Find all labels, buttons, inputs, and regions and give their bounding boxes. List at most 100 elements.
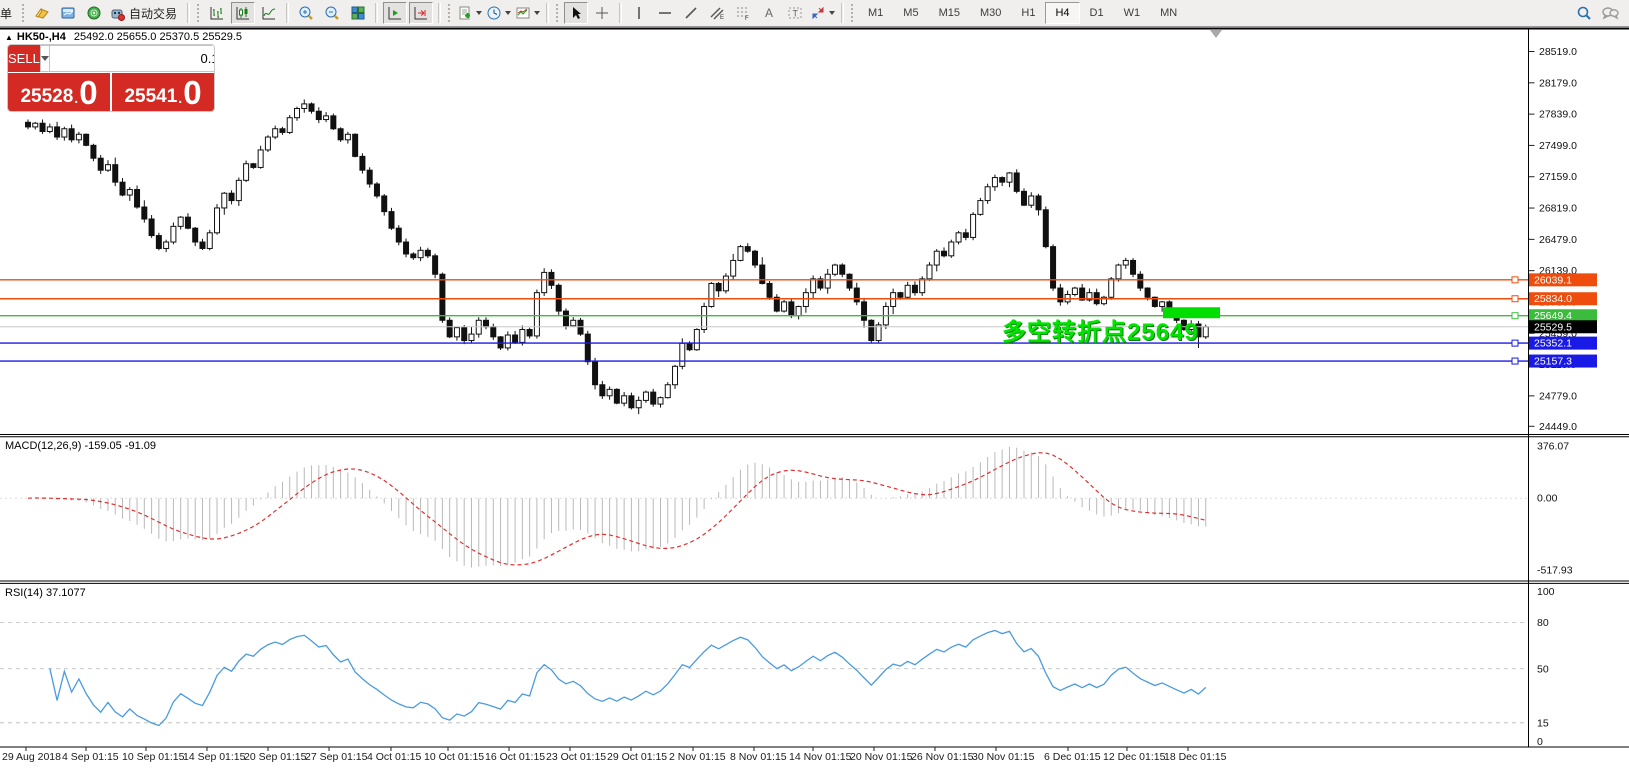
- autotrading-label: 自动交易: [125, 5, 181, 22]
- timeframe-m5[interactable]: M5: [893, 2, 928, 24]
- pivot-annotation-text[interactable]: 多空转折点25649: [1002, 312, 1199, 347]
- toolbar-grip[interactable]: [556, 4, 560, 22]
- templates-button[interactable]: [514, 2, 541, 24]
- equidistant-channel-button[interactable]: E: [705, 2, 729, 24]
- toolbar-grip[interactable]: [851, 4, 855, 22]
- candlestick-chart-button[interactable]: [231, 2, 255, 24]
- svg-text:0: 0: [1537, 736, 1543, 748]
- fibonacci-button[interactable]: F: [731, 2, 755, 24]
- svg-text:14 Sep 01:15: 14 Sep 01:15: [183, 751, 246, 763]
- sell-price-button[interactable]: 25528.0: [8, 73, 110, 111]
- svg-text:29 Aug 2018: 29 Aug 2018: [2, 751, 61, 763]
- volume-input[interactable]: [50, 45, 214, 72]
- tile-windows-button[interactable]: [346, 2, 370, 24]
- timeframe-m1[interactable]: M1: [858, 2, 893, 24]
- text-button[interactable]: A: [757, 2, 781, 24]
- svg-text:A: A: [765, 6, 773, 20]
- cursor-button[interactable]: [564, 2, 588, 24]
- svg-text:27499.0: 27499.0: [1539, 140, 1577, 152]
- toolbar-separator: [187, 3, 190, 23]
- pane-borders: [0, 28, 1629, 748]
- indicators-add-icon: [457, 5, 473, 21]
- svg-text:2 Nov 01:15: 2 Nov 01:15: [669, 751, 726, 763]
- indicators-button[interactable]: [456, 2, 483, 24]
- volume-decrease-button[interactable]: [40, 45, 50, 72]
- svg-text:12 Dec 01:15: 12 Dec 01:15: [1103, 751, 1166, 763]
- zoom-in-button[interactable]: [294, 2, 318, 24]
- periods-button[interactable]: [485, 2, 512, 24]
- svg-text:4 Sep 01:15: 4 Sep 01:15: [62, 751, 119, 763]
- autotrading-button[interactable]: 自动交易: [108, 2, 182, 24]
- svg-text:20 Nov 01:15: 20 Nov 01:15: [850, 751, 913, 763]
- sell-price-main: 25528: [20, 86, 73, 108]
- svg-text:F: F: [745, 16, 749, 21]
- svg-text:29 Oct 01:15: 29 Oct 01:15: [607, 751, 667, 763]
- trendline-button[interactable]: [679, 2, 703, 24]
- svg-text:27839.0: 27839.0: [1539, 109, 1577, 121]
- toolbar-separator: [546, 3, 549, 23]
- svg-text:8 Nov 01:15: 8 Nov 01:15: [730, 751, 787, 763]
- toolbar-grip[interactable]: [448, 4, 452, 22]
- price-axis[interactable]: 28519.028179.027839.027499.027159.026819…: [1529, 28, 1629, 748]
- buy-price-main: 25541: [124, 86, 177, 108]
- svg-text:18 Dec 01:15: 18 Dec 01:15: [1164, 751, 1227, 763]
- horizontal-line-button[interactable]: [653, 2, 677, 24]
- new-order-label: 单: [0, 5, 16, 22]
- timeframe-m30[interactable]: M30: [970, 2, 1011, 24]
- toolbar-grip[interactable]: [197, 4, 201, 22]
- auto-scroll-button[interactable]: [409, 2, 433, 24]
- arrows-button[interactable]: [809, 2, 836, 24]
- crosshair-button[interactable]: [590, 2, 614, 24]
- svg-text:24449.0: 24449.0: [1539, 421, 1577, 433]
- sell-price-big-digit: 0: [79, 78, 97, 108]
- timeframe-d1[interactable]: D1: [1080, 2, 1114, 24]
- market-watch-button[interactable]: [30, 2, 54, 24]
- timeframe-m15[interactable]: M15: [929, 2, 970, 24]
- timeframe-h1[interactable]: H1: [1011, 2, 1045, 24]
- svg-text:27 Sep 01:15: 27 Sep 01:15: [305, 751, 368, 763]
- timeframe-w1[interactable]: W1: [1114, 2, 1151, 24]
- svg-text:6 Dec 01:15: 6 Dec 01:15: [1044, 751, 1101, 763]
- timeframe-mn[interactable]: MN: [1150, 2, 1187, 24]
- candlestick-chart-icon: [235, 5, 251, 21]
- navigator-button[interactable]: [82, 2, 106, 24]
- data-window-button[interactable]: [56, 2, 80, 24]
- timeframe-h4[interactable]: H4: [1045, 2, 1079, 24]
- search-button[interactable]: [1572, 2, 1596, 24]
- svg-text:0.00: 0.00: [1537, 493, 1558, 505]
- chart-shift-button[interactable]: [383, 2, 407, 24]
- buy-price-big-digit: 0: [183, 78, 201, 108]
- text-label-icon: T: [787, 5, 803, 21]
- vertical-line-button[interactable]: [627, 2, 651, 24]
- toolbar-grip[interactable]: [22, 4, 26, 22]
- chat-icon: [1601, 5, 1619, 21]
- svg-text:4 Oct 01:15: 4 Oct 01:15: [367, 751, 421, 763]
- svg-text:10 Oct 01:15: 10 Oct 01:15: [424, 751, 484, 763]
- collapse-ohlc-icon[interactable]: ▲: [5, 33, 13, 42]
- chart-canvas[interactable]: 28519.028179.027839.027499.027159.026819…: [0, 0, 1629, 768]
- chat-button[interactable]: [1598, 2, 1622, 24]
- zoom-out-icon: [324, 5, 340, 21]
- svg-text:30 Nov 01:15: 30 Nov 01:15: [972, 751, 1035, 763]
- text-label-button[interactable]: T: [783, 2, 807, 24]
- tile-windows-icon: [350, 5, 366, 21]
- sell-button[interactable]: SELL: [8, 45, 40, 72]
- svg-text:100: 100: [1537, 586, 1555, 598]
- rsi-pane: [50, 630, 1206, 725]
- templates-icon: [515, 5, 531, 21]
- buy-price-button[interactable]: 25541.0: [112, 73, 214, 111]
- price-label-25529.5: 25529.5: [1534, 321, 1572, 333]
- line-chart-icon: [261, 5, 277, 21]
- new-order-button[interactable]: 单: [0, 2, 18, 24]
- toolbar-separator: [438, 3, 441, 23]
- fibonacci-icon: F: [735, 5, 751, 21]
- level-lines-layer[interactable]: [0, 277, 1529, 364]
- svg-text:10 Sep 01:15: 10 Sep 01:15: [122, 751, 185, 763]
- line-chart-button[interactable]: [257, 2, 281, 24]
- zoom-out-button[interactable]: [320, 2, 344, 24]
- time-axis[interactable]: 29 Aug 20184 Sep 01:1510 Sep 01:1514 Sep…: [2, 747, 1227, 763]
- svg-text:26479.0: 26479.0: [1539, 234, 1577, 246]
- bar-chart-button[interactable]: [205, 2, 229, 24]
- chart-symbol-period: HK50-,H4: [17, 31, 66, 43]
- zoom-in-icon: [298, 5, 314, 21]
